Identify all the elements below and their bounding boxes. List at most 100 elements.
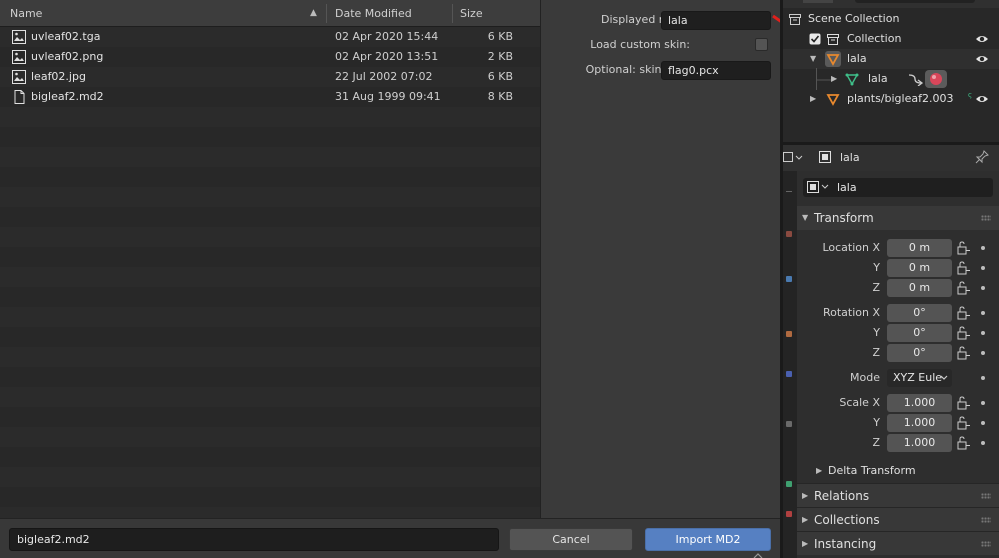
rotation-mode-value: XYZ Eule [893,371,943,384]
eye-icon[interactable] [975,32,989,46]
expand-right-icon: ▶ [802,539,809,548]
keyframe-dot-icon[interactable] [981,421,985,425]
location-x-field[interactable]: 0 m [887,239,952,257]
sort-ascending-icon[interactable]: ▲ [310,8,317,18]
outliner-header-strip [783,0,999,8]
instancing-label: Instancing [814,537,877,551]
eye-icon[interactable] [975,92,989,106]
instancing-panel-header[interactable]: ▶ Instancing [797,531,999,555]
displayed-name-field[interactable]: lala [661,11,771,30]
relations-label: Relations [814,489,870,503]
column-header-name[interactable]: Name [10,0,42,27]
scale-x-label: Scale X [839,396,880,409]
scale-x-field[interactable]: 1.000 [887,394,952,412]
image-file-icon [12,50,26,64]
rotation-z-label: Z [872,346,880,359]
load-custom-skin-label: Load custom skin: [590,38,690,51]
keyframe-dot-icon[interactable] [981,246,985,250]
file-row[interactable]: uvleaf02.png 02 Apr 2020 13:51 2 KB [0,47,540,67]
outliner: Scene Collection Collection ▼ lala ▶ lal… [783,0,999,142]
keyframe-dot-icon[interactable] [981,401,985,405]
material-icon[interactable] [925,69,947,89]
filename-input[interactable]: bigleaf2.md2 [9,528,499,551]
empty-file-row [0,487,540,507]
keyframe-dot-icon[interactable] [981,351,985,355]
transform-panel-header[interactable]: ▼ Transform [797,206,999,230]
empty-file-row [0,387,540,407]
empty-file-row [0,207,540,227]
empty-file-row [0,167,540,187]
column-header-date[interactable]: Date Modified [335,0,412,27]
drag-handle-icon[interactable] [981,541,991,547]
file-date: 02 Apr 2020 15:44 [335,30,439,43]
file-row[interactable]: bigleaf2.md2 31 Aug 1999 09:41 8 KB [0,87,540,107]
resize-corner-icon[interactable] [752,551,764,558]
unlock-icon[interactable] [957,261,971,275]
scale-y-field[interactable]: 1.000 [887,414,952,432]
empty-file-row [0,347,540,367]
drag-handle-icon[interactable] [981,493,991,499]
scale-z-field[interactable]: 1.000 [887,434,952,452]
location-y-field[interactable]: 0 m [887,259,952,277]
keyframe-dot-icon[interactable] [981,266,985,270]
column-divider[interactable] [452,4,453,23]
drag-handle-icon[interactable] [981,517,991,523]
unlock-icon[interactable] [957,396,971,410]
keyframe-dot-icon[interactable] [981,376,985,380]
keyframe-dot-icon[interactable] [981,286,985,290]
unlock-icon[interactable] [957,346,971,360]
delta-transform-subpanel-header[interactable]: ▶ Delta Transform [797,459,999,483]
pin-icon[interactable] [975,150,989,164]
location-z-field[interactable]: 0 m [887,279,952,297]
outliner-row-scene-collection[interactable]: Scene Collection [783,9,999,29]
keyframe-dot-icon[interactable] [981,331,985,335]
keyframe-dot-icon[interactable] [981,311,985,315]
object-name-field[interactable]: lala [803,178,993,197]
collections-panel-header[interactable]: ▶ Collections [797,507,999,531]
unlock-icon[interactable] [957,326,971,340]
unlock-icon[interactable] [957,416,971,430]
rotation-x-label: Rotation X [822,306,880,319]
load-custom-skin-checkbox[interactable] [755,38,768,51]
rotation-mode-dropdown[interactable]: XYZ Eule [887,369,952,387]
file-row[interactable]: uvleaf02.tga 02 Apr 2020 15:44 6 KB [0,27,540,47]
rotation-y-field[interactable]: 0° [887,324,952,342]
collection-label: Collection [847,32,902,45]
delta-transform-label: Delta Transform [828,464,916,477]
unlock-icon[interactable] [957,241,971,255]
eye-icon[interactable] [975,52,989,66]
object-properties-icon [819,151,831,163]
empty-file-row [0,107,540,127]
scene-collection-icon [789,14,801,25]
rotation-x-field[interactable]: 0° [887,304,952,322]
transform-label: Transform [814,211,874,225]
skin-path-field[interactable]: flag0.pcx [661,61,771,80]
keyframe-dot-icon[interactable] [981,441,985,445]
file-name: leaf02.jpg [31,70,86,83]
import-md2-button[interactable]: Import MD2 [645,528,771,551]
chevron-down-icon [940,375,948,380]
unlock-icon[interactable] [957,436,971,450]
location-x-label: Location X [822,241,880,254]
file-list: uvleaf02.tga 02 Apr 2020 15:44 6 KB uvleaf0… [0,27,540,518]
object-bigleaf-label: plants/bigleaf2.003 [847,92,954,105]
column-divider[interactable] [326,4,327,23]
object-type-dropdown-icon[interactable] [807,181,833,194]
empty-file-row [0,327,540,347]
unlock-icon[interactable] [957,306,971,320]
expand-right-icon: ▶ [802,491,809,500]
column-header-size[interactable]: Size [460,0,483,27]
editor-type-icon[interactable] [783,150,803,166]
file-row[interactable]: leaf02.jpg 22 Jul 2002 07:02 6 KB [0,67,540,87]
empty-file-row [0,287,540,307]
rotation-z-field[interactable]: 0° [887,344,952,362]
properties-editor: lala lala ▼ Transform Location X 0 m Y 0… [783,145,999,558]
relations-panel-header[interactable]: ▶ Relations [797,483,999,507]
cancel-button[interactable]: Cancel [509,528,633,551]
rotation-mode-label: Mode [850,371,880,384]
drag-handle-icon[interactable] [981,215,991,221]
file-size: 6 KB [487,30,513,43]
unlock-icon[interactable] [957,281,971,295]
properties-header: lala [783,145,999,171]
image-file-icon [12,30,26,44]
